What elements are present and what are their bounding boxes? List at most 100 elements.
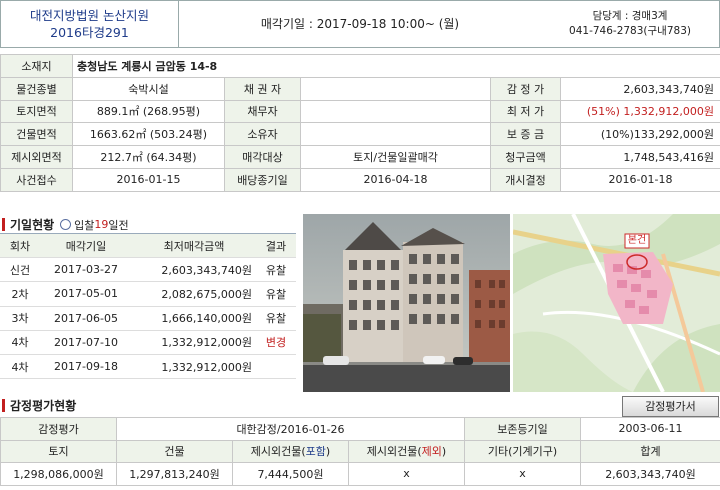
court-info: 대전지방법원 논산지원 2016타경291 [1,1,179,47]
col-total: 합계 [580,439,720,463]
land-area-value: 889.1㎡ (268.95평) [72,99,225,124]
auction-history-table: 회차 매각기일 최저매각금액 결과 신건 2017-03-27 2,603,34… [0,232,296,380]
received-label: 사건접수 [0,167,73,192]
col-excl-incl: 제시외건물(포함) [232,439,349,463]
start-decision-value: 2016-01-18 [560,167,720,192]
col-excl-incl-suf: ) [325,445,331,459]
type-value: 숙박시설 [72,76,225,101]
department: 담당계 : 경매3계 [592,10,668,22]
price: 1,666,140,000원 [132,306,256,331]
bid-days: 19 [94,218,109,231]
table-row: 4차 2017-07-10 1,332,912,000원 변경 [0,330,296,355]
building-area-label: 건물면적 [0,122,73,147]
round: 4차 [0,330,40,355]
deposit-value: (10%)133,292,000원 [560,122,720,147]
col-excl-excl-pre: 제시외건물( [366,445,422,459]
debtor-label: 채무자 [224,99,301,124]
date: 2017-05-01 [40,281,132,307]
auction-date: 매각기일 : 2017-09-18 10:00~ (월) [260,17,460,31]
table-row: 4차 2017-09-18 1,332,912,000원 [0,354,296,380]
appraisal-label: 감 정 가 [490,76,561,101]
bid-suffix: 일전 [108,218,129,232]
total-value: 2,603,343,740원 [580,462,720,486]
col-excl-incl-pre: 제시외건물( [250,445,306,459]
court-name: 대전지방법원 논산지원 [30,8,149,23]
min-price-value: (51%) 1,332,912,000원 [560,99,720,124]
col-excl-excl-suf: ) [441,445,447,459]
result: 유찰 [256,257,296,283]
start-decision-label: 개시결정 [490,167,561,192]
map-image [513,214,720,392]
round: 2차 [0,281,40,307]
history-title: 기일현황 [10,218,55,232]
result: 변경 [256,330,296,355]
case-number: 2016타경291 [50,25,129,40]
col-result: 결과 [256,232,296,259]
location-value: 충청남도 계룡시 금암동 14-8 [72,54,720,78]
round: 신건 [0,257,40,283]
type-label: 물건종별 [0,76,73,101]
deposit-label: 보 증 금 [490,122,561,147]
sale-target-value: 토지/건물일괄매각 [300,145,491,169]
date: 2017-06-05 [40,306,132,331]
other-value: x [464,462,581,486]
owner-label: 소유자 [224,122,301,147]
col-excl-incl-mid: 포함 [305,445,326,459]
excl-excl-value: x [348,462,465,486]
col-date: 매각기일 [40,232,132,259]
building-photo-image [303,214,510,392]
col-building: 건물 [116,439,233,463]
property-marker[interactable]: 본건 [625,234,649,248]
section-bar [2,399,5,412]
round: 4차 [0,354,40,380]
date: 2017-03-27 [40,257,132,283]
debtor-value [300,99,491,124]
table-row: 2차 2017-05-01 2,082,675,000원 유찰 [0,281,296,307]
property-photo[interactable] [303,214,510,392]
appraisal-section-title: 감정평가현황 [2,397,76,414]
excluded-area-label: 제시외면적 [0,145,73,169]
appraisal-firm: 대한감정/2016-01-26 [116,417,465,441]
property-info-table: 소재지 충청남도 계룡시 금암동 14-8 물건종별 숙박시설 채 권 자 감 … [0,54,720,192]
date: 2017-07-10 [40,330,132,355]
min-price-label: 최 저 가 [490,99,561,124]
col-round: 회차 [0,232,40,259]
price: 1,332,912,000원 [132,330,256,355]
received-value: 2016-01-15 [72,167,225,192]
building-value: 1,297,813,240원 [116,462,233,486]
owner-value [300,122,491,147]
col-other: 기타(기계기구) [464,439,581,463]
history-section-title: 기일현황 입찰 19 일전 [2,216,129,233]
excl-incl-value: 7,444,500원 [232,462,349,486]
location-label: 소재지 [0,54,73,78]
appraisal-table: 감정평가 대한감정/2016-01-26 보존등기일 2003-06-11 토지… [0,417,720,486]
appraisal-value: 2,603,343,740원 [560,76,720,101]
location-map[interactable]: 본건 [513,214,720,392]
result [256,354,296,380]
creditor-value [300,76,491,101]
excluded-area-value: 212.7㎡ (64.34평) [72,145,225,169]
land-value: 1,298,086,000원 [0,462,117,486]
col-land: 토지 [0,439,117,463]
building-area-value: 1663.62㎡ (503.24평) [72,122,225,147]
price: 2,082,675,000원 [132,281,256,307]
appraisal-title: 감정평가현황 [10,399,77,413]
appraisal-report-button[interactable]: 감정평가서 [622,396,719,417]
table-row: 신건 2017-03-27 2,603,343,740원 유찰 [0,257,296,283]
round: 3차 [0,306,40,331]
creditor-label: 채 권 자 [224,76,301,101]
min-price-amount: 1,332,912,000원 [623,105,714,119]
price: 2,603,343,740원 [132,257,256,283]
dividend-deadline-label: 배당종기일 [224,167,301,192]
contact-info: 담당계 : 경매3계 041-746-2783(구내783) [541,1,719,47]
phone-number: 041-746-2783(구내783) [569,25,691,37]
result: 유찰 [256,306,296,331]
preserve-date-label: 보존등기일 [464,417,581,441]
claim-value: 1,748,543,416원 [560,145,720,169]
table-row: 3차 2017-06-05 1,666,140,000원 유찰 [0,306,296,331]
appraisal-label: 감정평가 [0,417,117,441]
circle-icon [60,219,72,230]
col-excl-excl: 제시외건물(제외) [348,439,465,463]
bid-prefix: 입찰 [74,218,95,232]
result: 유찰 [256,281,296,307]
